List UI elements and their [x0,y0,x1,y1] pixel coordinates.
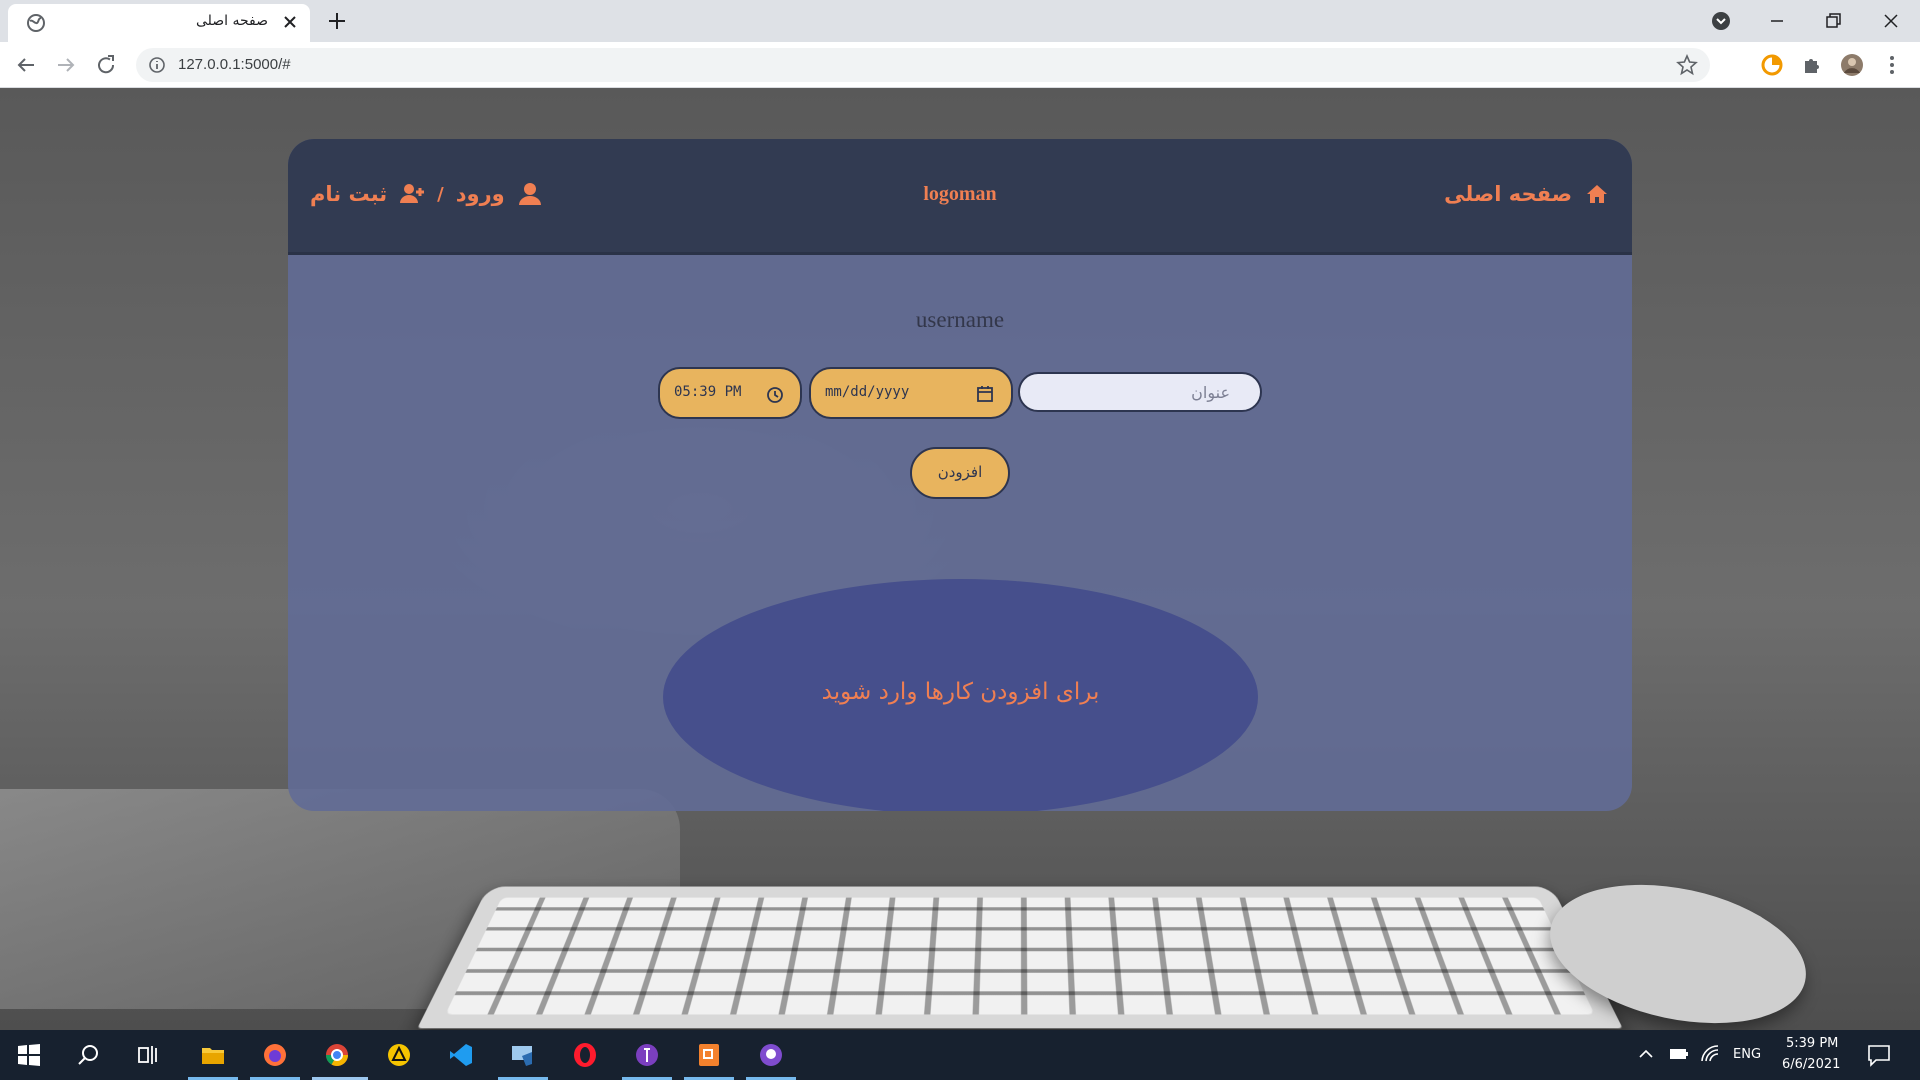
remote-desktop-icon[interactable] [510,1042,536,1068]
globe-icon [27,14,45,32]
warning-app-icon[interactable] [386,1042,412,1068]
date-placeholder: mm/dd/yyyy [825,384,910,400]
profile-avatar-icon[interactable] [1840,53,1864,77]
title-input[interactable] [1018,372,1262,412]
language-indicator[interactable]: ENG [1733,1047,1761,1062]
opera-icon[interactable] [572,1042,598,1068]
tab-title: صفحه اصلی [195,13,268,29]
battery-icon[interactable] [1668,1044,1690,1064]
extensions-puzzle-icon[interactable] [1800,53,1824,77]
browser-toolbar: 127.0.0.1:5000/# [0,42,1920,88]
browser-tabstrip: صفحه اصلی [0,0,1920,42]
navbar: صفحه اصلی logoman ثبت نام / ورود [288,139,1632,255]
address-bar[interactable]: 127.0.0.1:5000/# [136,48,1710,82]
site-info-icon[interactable] [148,56,166,74]
file-explorer-icon[interactable] [200,1042,226,1068]
close-window-icon[interactable] [1878,8,1904,34]
github-icon[interactable] [758,1042,784,1068]
nav-auth-links: ثبت نام / ورود [310,181,543,207]
clock-icon[interactable] [766,386,784,404]
user-plus-icon [400,184,425,203]
notifications-icon[interactable] [1866,1042,1892,1068]
register-link[interactable]: ثبت نام [310,182,387,206]
calendar-icon[interactable] [975,384,995,404]
firefox-icon[interactable] [262,1042,288,1068]
app-card: صفحه اصلی logoman ثبت نام / ورود usernam… [288,139,1632,811]
time-value: 05:39 PM [674,384,742,400]
auth-separator: / [437,183,444,205]
reload-icon[interactable] [94,53,118,77]
clock-time[interactable]: 5:39 PM [1786,1036,1838,1051]
bookmark-star-icon[interactable] [1676,54,1698,76]
back-icon[interactable] [14,53,38,77]
url-text: 127.0.0.1:5000/# [178,56,291,73]
new-tab-icon[interactable] [326,10,348,32]
user-icon [518,183,541,205]
restore-icon[interactable] [1820,8,1846,34]
tray-chevron-up-icon[interactable] [1636,1044,1656,1064]
browser-tab[interactable]: صفحه اصلی [8,4,310,42]
chrome-icon[interactable] [324,1042,350,1068]
purple-app-icon[interactable] [634,1042,660,1068]
page-background: صفحه اصلی logoman ثبت نام / ورود usernam… [0,89,1920,1030]
forward-icon[interactable] [54,53,78,77]
vscode-icon[interactable] [448,1042,474,1068]
menu-kebab-icon[interactable] [1880,53,1904,77]
tab-search-icon[interactable] [1708,8,1734,34]
wifi-icon[interactable] [1700,1044,1722,1064]
search-icon[interactable] [76,1042,102,1068]
pdf-app-icon[interactable] [696,1042,722,1068]
date-input[interactable]: mm/dd/yyyy [809,367,1013,419]
extension-orange-icon[interactable] [1760,53,1784,77]
login-prompt-oval: برای افزودن کارها وارد شوید [663,579,1258,811]
time-input[interactable]: 05:39 PM [658,367,802,419]
clock-date[interactable]: 6/6/2021 [1782,1057,1840,1072]
background-keyboard-image [417,886,1623,1029]
login-link[interactable]: ورود [456,182,505,206]
login-prompt-message: برای افزودن کارها وارد شوید [821,679,1100,705]
taskbar: ENG 5:39 PM 6/6/2021 [0,1030,1920,1080]
username-heading: username [915,307,1005,332]
task-view-icon[interactable] [136,1042,162,1068]
minimize-icon[interactable] [1764,8,1790,34]
close-tab-icon[interactable] [280,12,300,32]
add-button[interactable]: افزودن [910,447,1010,499]
windows-start-icon[interactable] [16,1042,42,1068]
